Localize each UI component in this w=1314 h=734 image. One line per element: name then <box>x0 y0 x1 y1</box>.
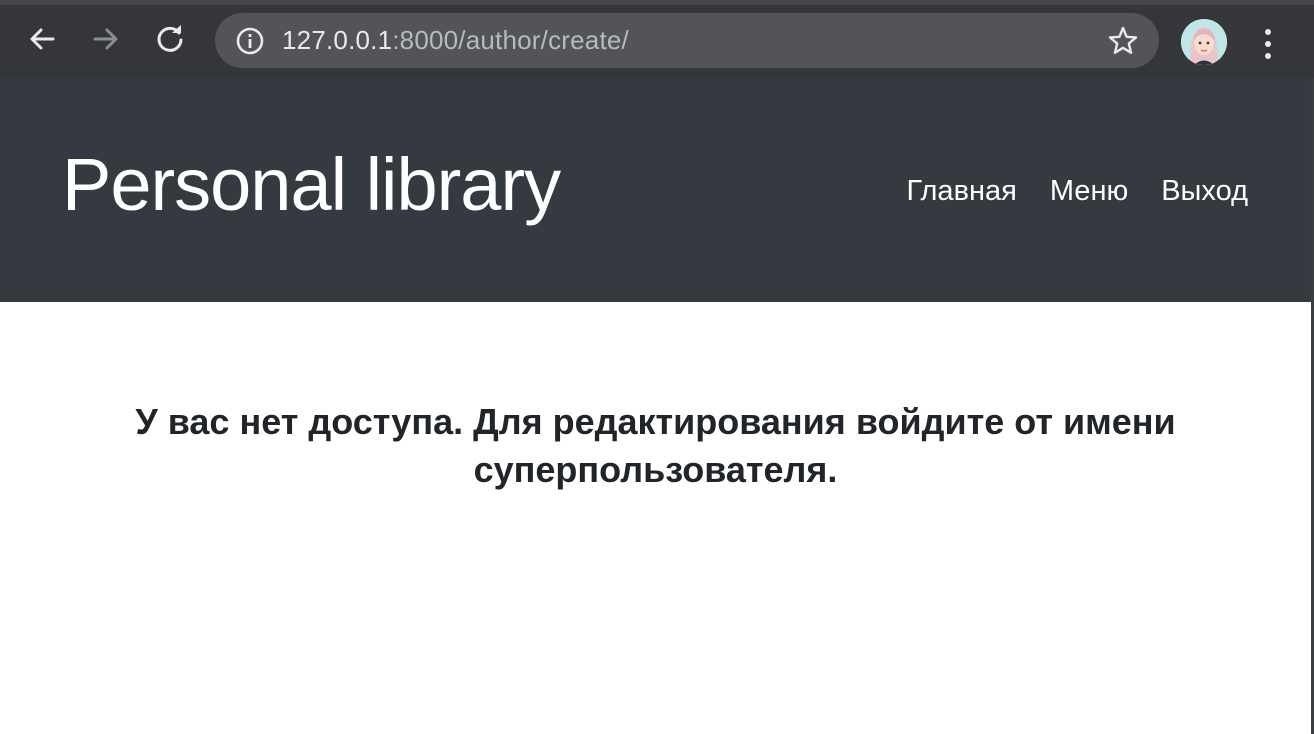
arrow-left-icon <box>30 28 55 50</box>
info-icon[interactable] <box>235 26 265 56</box>
address-bar[interactable]: 127.0.0.1:8000/author/create/ <box>215 13 1159 68</box>
browser-toolbar: 127.0.0.1:8000/author/create/ <box>0 0 1314 78</box>
forward-button[interactable] <box>86 17 126 61</box>
site-header: Personal library Главная Меню Выход <box>0 78 1311 302</box>
url-text[interactable]: 127.0.0.1:8000/author/create/ <box>282 13 629 68</box>
nav-link-menu[interactable]: Меню <box>1050 171 1128 211</box>
url-path: :8000/author/create/ <box>392 25 629 55</box>
avatar-icon <box>1181 19 1227 65</box>
url-host: 127.0.0.1 <box>282 25 393 55</box>
back-button[interactable] <box>22 17 62 61</box>
message-line-2: суперпользователя. <box>473 449 838 490</box>
profile-avatar[interactable] <box>1181 19 1227 65</box>
access-denied-message: У вас нет доступа. Для редактирования во… <box>0 398 1311 494</box>
star-icon[interactable] <box>1107 25 1139 57</box>
brand-title[interactable]: Personal library <box>62 140 561 230</box>
arrow-right-icon <box>93 28 118 50</box>
nav-link-home[interactable]: Главная <box>906 171 1016 211</box>
nav-link-logout[interactable]: Выход <box>1161 171 1248 211</box>
main-nav: Главная Меню Выход <box>906 171 1248 211</box>
message-line-1: У вас нет доступа. Для редактирования во… <box>135 401 1176 442</box>
kebab-menu-icon[interactable] <box>1250 23 1286 63</box>
reload-button[interactable] <box>150 17 190 61</box>
reload-icon <box>157 25 183 52</box>
